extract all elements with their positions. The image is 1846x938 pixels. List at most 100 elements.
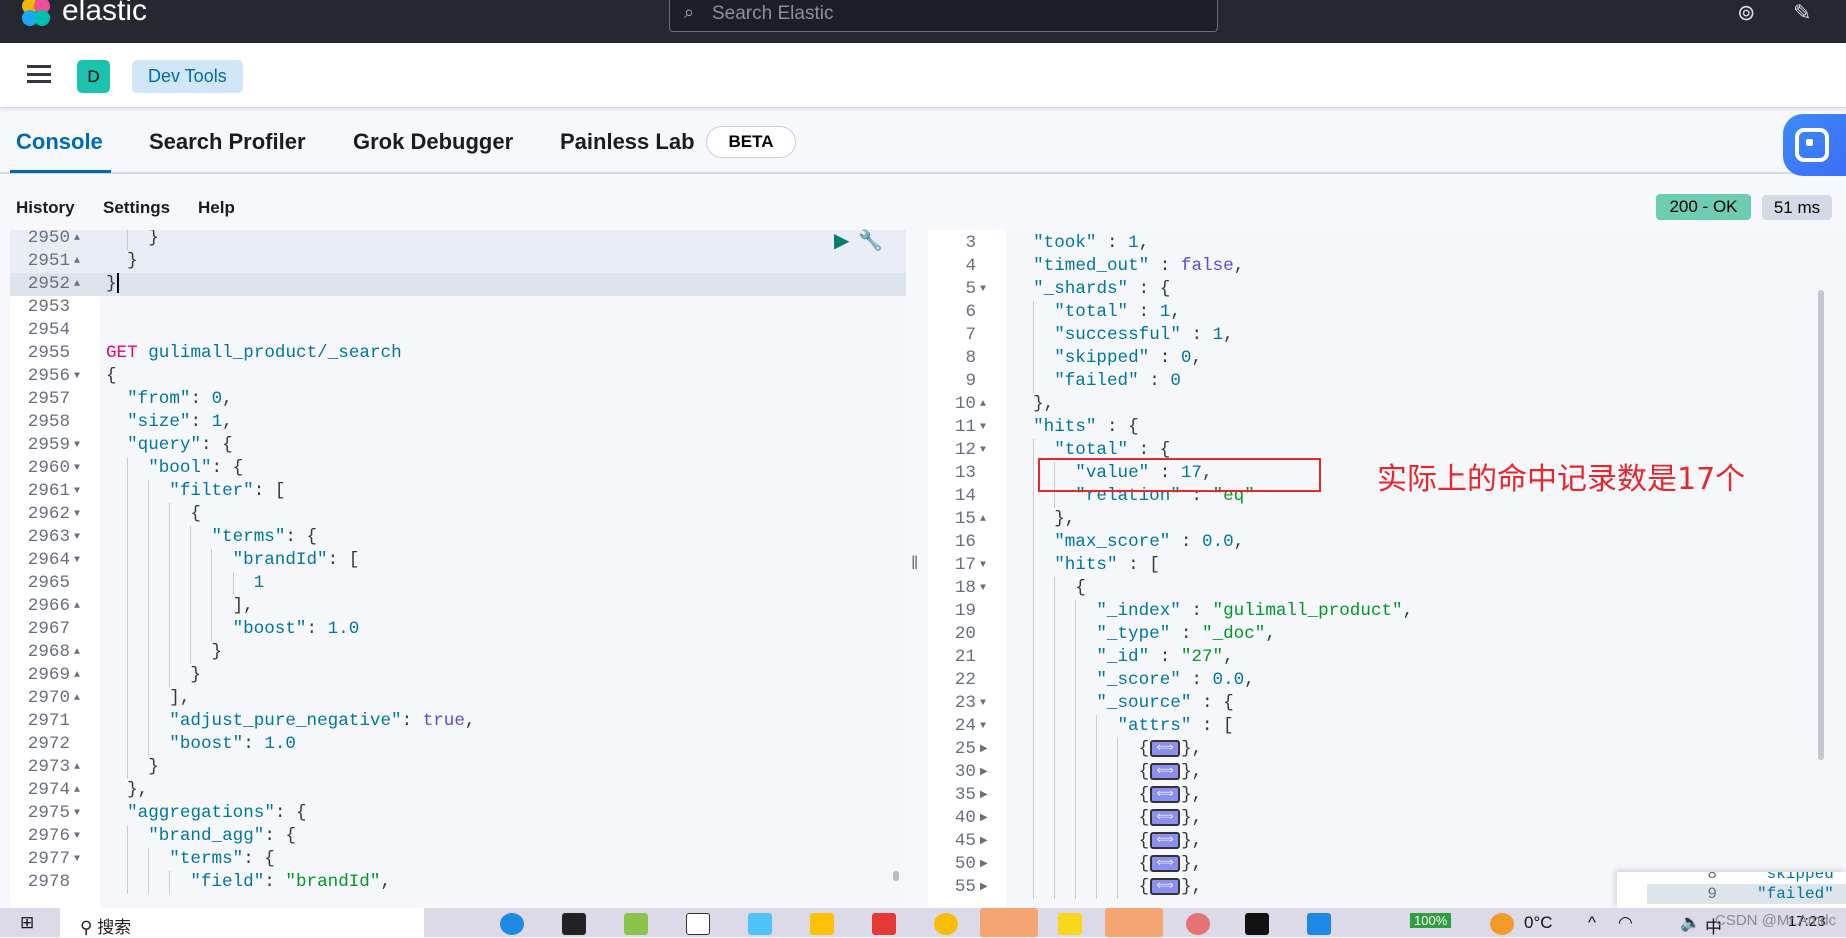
fold-down-icon[interactable]: ▼	[980, 439, 986, 462]
indent-guide	[169, 871, 190, 894]
tray-chevron-icon[interactable]: ^	[1588, 913, 1596, 933]
fold-down-icon[interactable]: ▼	[980, 278, 986, 301]
fold-down-icon[interactable]: ▼	[980, 577, 986, 600]
indent-guide	[127, 687, 148, 710]
tab-search-profiler[interactable]: Search Profiler	[149, 129, 306, 155]
news-feed-icon[interactable]: ✎	[1793, 0, 1811, 26]
send-request-icon[interactable]: ▶	[834, 228, 849, 253]
indent-guide	[127, 733, 148, 756]
elastic-logo[interactable]: elastic	[20, 0, 147, 28]
indent-guide	[1012, 508, 1033, 531]
fold-up-icon[interactable]: ▲	[74, 687, 80, 710]
help-lifebuoy-icon[interactable]: ⊚	[1737, 0, 1755, 26]
fold-down-icon[interactable]: ▼	[980, 416, 986, 439]
wps-icon[interactable]	[872, 913, 896, 935]
fold-up-icon[interactable]: ▲	[74, 595, 80, 618]
request-editor[interactable]: 2950 ▲} 2951 ▲} 2952 ▲} 2953 2954 2955 GET gulima…	[10, 230, 906, 908]
weather-temp[interactable]: 0°C	[1524, 913, 1553, 933]
terminal-icon[interactable]	[562, 913, 586, 935]
fold-right-icon[interactable]: ▶	[980, 784, 988, 807]
menu-icon[interactable]	[27, 65, 51, 83]
fold-up-icon[interactable]: ▲	[74, 250, 80, 273]
fold-up-icon[interactable]: ▲	[74, 756, 80, 779]
code-line: 16 "max_score" : 0.0,	[928, 531, 1846, 554]
fold-down-icon[interactable]: ▼	[74, 434, 80, 457]
response-scrollbar[interactable]	[1818, 290, 1824, 760]
folded-object-widget[interactable]: ⟺	[1150, 740, 1181, 757]
fold-down-icon[interactable]: ▼	[74, 549, 80, 572]
fold-up-icon[interactable]: ▲	[74, 779, 80, 802]
fold-right-icon[interactable]: ▶	[980, 738, 988, 761]
postman-icon[interactable]	[1186, 913, 1210, 935]
notepad-icon[interactable]	[624, 913, 648, 935]
weather-icon[interactable]	[1490, 913, 1514, 935]
taskbar-search[interactable]: ⚲ 搜索	[60, 908, 424, 937]
fold-right-icon[interactable]: ▶	[980, 807, 988, 830]
fold-down-icon[interactable]: ▼	[74, 503, 80, 526]
app-icon[interactable]	[1058, 913, 1082, 935]
code-line: 2966 ▲],	[10, 595, 906, 618]
assistant-button[interactable]	[1783, 114, 1846, 176]
battery-indicator[interactable]: 100%	[1410, 913, 1452, 928]
fold-up-icon[interactable]: ▲	[74, 230, 80, 250]
history-link[interactable]: History	[16, 198, 75, 218]
indent-guide	[169, 526, 190, 549]
fold-right-icon[interactable]: ▶	[980, 853, 988, 876]
code-line: 2961 ▼ "filter": [	[10, 480, 906, 503]
typora-icon[interactable]	[686, 913, 710, 935]
fold-down-icon[interactable]: ▼	[74, 526, 80, 549]
fold-right-icon[interactable]: ▶	[980, 876, 988, 899]
intellij-icon[interactable]	[1245, 913, 1269, 935]
tab-painless-lab[interactable]: Painless Lab	[560, 129, 695, 155]
search-input[interactable]: ⌕ Search Elastic	[669, 0, 1218, 32]
token: "_source"	[1096, 693, 1192, 713]
fold-down-icon[interactable]: ▼	[74, 825, 80, 848]
folded-object-widget[interactable]: ⟺	[1150, 832, 1181, 849]
tab-grok-debugger[interactable]: Grok Debugger	[353, 129, 513, 155]
code-text: "attrs" : [	[1012, 715, 1234, 738]
volume-icon[interactable]: 🔈	[1680, 913, 1701, 933]
wechat-taskbar-item[interactable]	[980, 908, 1038, 937]
fold-down-icon[interactable]: ▼	[74, 848, 80, 871]
vscode-icon[interactable]	[1307, 913, 1331, 935]
folded-object-widget[interactable]: ⟺	[1150, 809, 1181, 826]
search-icon: ⌕	[684, 2, 695, 22]
tab-console[interactable]: Console	[16, 129, 103, 155]
folded-object-widget[interactable]: ⟺	[1150, 786, 1181, 803]
fold-up-icon[interactable]: ▲	[980, 393, 986, 416]
indent-guide	[190, 595, 211, 618]
fold-right-icon[interactable]: ▶	[980, 761, 988, 784]
wrench-icon[interactable]: 🔧	[858, 228, 883, 253]
wifi-icon[interactable]: ◠	[1618, 913, 1633, 933]
help-link[interactable]: Help	[198, 198, 235, 218]
pane-resize-handle[interactable]: ‖	[911, 553, 918, 574]
app-icon[interactable]	[748, 913, 772, 935]
windows-start-icon[interactable]: ⊞	[20, 913, 34, 933]
file-explorer-icon[interactable]	[810, 913, 834, 935]
fold-down-icon[interactable]: ▼	[74, 480, 80, 503]
folded-object-widget[interactable]: ⟺	[1150, 855, 1181, 872]
fold-up-icon[interactable]: ▲	[74, 641, 80, 664]
fold-down-icon[interactable]: ▼	[980, 692, 986, 715]
fold-down-icon[interactable]: ▼	[74, 802, 80, 825]
editor-scrollbar[interactable]	[893, 871, 899, 881]
fold-down-icon[interactable]: ▼	[980, 715, 986, 738]
chrome-icon[interactable]	[934, 913, 958, 935]
fold-down-icon[interactable]: ▼	[74, 457, 80, 480]
fold-down-icon[interactable]: ▼	[980, 554, 986, 577]
response-editor[interactable]: 3 "took" : 1, 4 "timed_out" : false, 5 ▼ "_sha…	[928, 230, 1846, 908]
fold-up-icon[interactable]: ▲	[74, 273, 80, 296]
indent-guide	[1033, 370, 1054, 393]
fold-right-icon[interactable]: ▶	[980, 830, 988, 853]
edge-icon[interactable]	[500, 913, 524, 935]
space-avatar[interactable]: D	[77, 60, 110, 93]
fold-up-icon[interactable]: ▲	[980, 508, 986, 531]
folded-object-widget[interactable]: ⟺	[1150, 878, 1181, 895]
fold-up-icon[interactable]: ▲	[74, 664, 80, 687]
code-line: 2971 "adjust_pure_negative": true,	[10, 710, 906, 733]
folded-object-widget[interactable]: ⟺	[1150, 763, 1181, 780]
fold-down-icon[interactable]: ▼	[74, 365, 80, 388]
app-taskbar-item[interactable]	[1105, 908, 1163, 937]
settings-link[interactable]: Settings	[103, 198, 170, 218]
breadcrumb-dev-tools[interactable]: Dev Tools	[132, 60, 243, 93]
